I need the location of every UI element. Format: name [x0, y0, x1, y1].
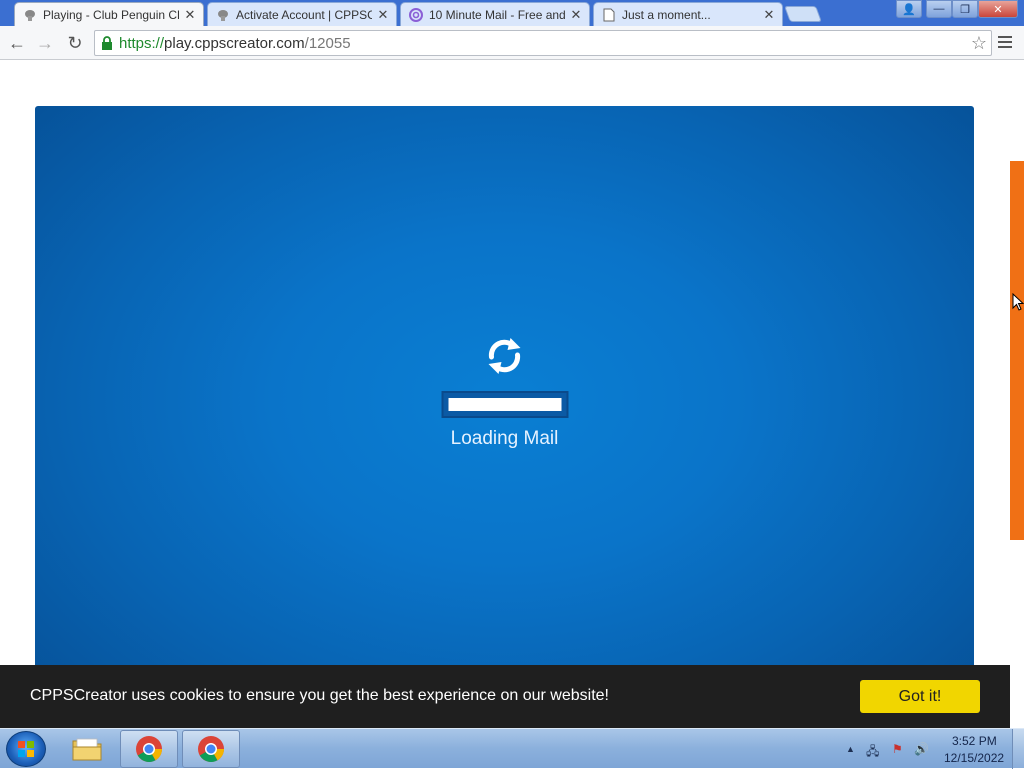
forward-button[interactable]: →: [34, 32, 56, 54]
minimize-button[interactable]: —: [926, 0, 952, 18]
refresh-icon: [488, 338, 521, 374]
user-profile-button[interactable]: 👤: [896, 0, 922, 18]
chrome-taskbar-button[interactable]: [120, 730, 178, 768]
page-content: Loading Mail: [0, 61, 1024, 729]
loading-status-text: Loading Mail: [450, 428, 559, 449]
tab-close-icon[interactable]: ✕: [569, 7, 583, 23]
cookie-message: CPPSCreator uses cookies to ensure you g…: [30, 687, 609, 704]
chrome-menu-icon[interactable]: [998, 36, 1012, 51]
tab-club-penguin[interactable]: Playing - Club Penguin Cl ✕: [14, 2, 204, 27]
show-hidden-icons-icon[interactable]: ▲: [846, 744, 855, 754]
back-button[interactable]: ←: [6, 32, 28, 54]
tab-title: 10 Minute Mail - Free and: [429, 7, 565, 22]
cookie-consent-banner: CPPSCreator uses cookies to ensure you g…: [0, 665, 1010, 728]
tab-10-minute-mail[interactable]: 10 Minute Mail - Free and ✕: [400, 2, 590, 26]
clock-time[interactable]: 3:52 PM: [952, 734, 997, 748]
tab-title: Just a moment...: [622, 7, 711, 22]
loader: Loading Mail: [441, 331, 568, 450]
document-icon: [602, 8, 616, 22]
restore-button[interactable]: ❐: [952, 0, 978, 18]
progress-fill: [448, 398, 561, 411]
bookmark-star-icon[interactable]: ☆: [971, 33, 987, 54]
at-sign-icon: [409, 7, 423, 22]
tab-strip: Playing - Club Penguin Cl ✕ Activate Acc…: [0, 0, 1024, 27]
penguin-favicon-icon: [216, 8, 230, 22]
url-text: https://play.cppscreator.com/12055: [119, 34, 351, 52]
action-center-flag-icon[interactable]: ⚑: [892, 742, 903, 756]
windows-logo-icon: [18, 741, 34, 757]
mail-loading-panel: Loading Mail: [35, 106, 974, 729]
lock-icon: [101, 35, 113, 51]
file-explorer-taskbar-button[interactable]: [58, 730, 116, 768]
tab-close-icon[interactable]: ✕: [762, 7, 776, 23]
address-bar[interactable]: https://play.cppscreator.com/12055 ☆: [94, 30, 992, 56]
chrome-taskbar-button[interactable]: [182, 730, 240, 768]
progress-bar: [441, 391, 568, 418]
folder-icon: [72, 738, 102, 761]
clock-date[interactable]: 12/15/2022: [944, 751, 1004, 765]
tab-close-icon[interactable]: ✕: [183, 7, 197, 23]
tab-title: Playing - Club Penguin Cl: [43, 8, 179, 22]
tab-just-a-moment[interactable]: Just a moment... ✕: [593, 2, 783, 26]
new-tab-button[interactable]: [784, 6, 822, 22]
side-feedback-tab[interactable]: [1010, 161, 1024, 540]
chrome-icon: [136, 736, 163, 763]
start-button[interactable]: [6, 731, 46, 767]
close-window-button[interactable]: ✕: [978, 0, 1018, 18]
penguin-favicon-icon: [23, 8, 37, 22]
show-desktop-button[interactable]: [1012, 729, 1024, 769]
tab-title: Activate Account | CPPSC: [236, 7, 372, 22]
browser-toolbar: ← → ↻ https://play.cppscreator.com/12055…: [0, 26, 1024, 60]
chrome-icon: [198, 736, 225, 763]
reload-button[interactable]: ↻: [64, 32, 86, 54]
volume-icon[interactable]: 🔊: [914, 742, 929, 756]
network-icon[interactable]: 🖧: [866, 742, 879, 763]
windows-taskbar: ▲ 🖧 ⚑ 🔊 3:52 PM 12/15/2022: [0, 728, 1024, 769]
mouse-cursor-icon: [1012, 293, 1024, 311]
got-it-button[interactable]: Got it!: [860, 680, 980, 713]
tab-activate-account[interactable]: Activate Account | CPPSC ✕: [207, 2, 397, 26]
tab-close-icon[interactable]: ✕: [376, 7, 390, 23]
